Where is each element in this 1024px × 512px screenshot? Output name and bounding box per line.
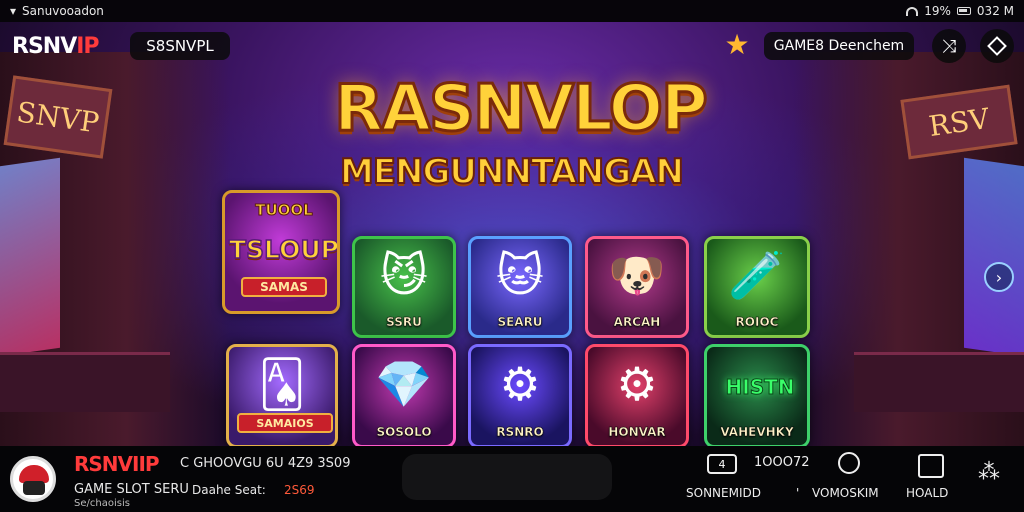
avatar[interactable] bbox=[10, 456, 56, 502]
potion-icon: 🧪 bbox=[728, 247, 786, 302]
home-pill[interactable] bbox=[402, 454, 612, 500]
slot-big-text: TSLOUP bbox=[228, 234, 339, 265]
bottom-label: Daahe Seat: bbox=[192, 483, 266, 497]
hero-title: RASNVLOP bbox=[333, 71, 710, 148]
game-pill[interactable]: GAME8 Deenchem bbox=[764, 32, 914, 60]
cannon-icon: ⚙ bbox=[499, 357, 541, 411]
tile-label: ARCAH bbox=[613, 315, 661, 329]
network-icon[interactable]: ⁂ bbox=[978, 460, 1000, 485]
brand-logo-white: RSNV bbox=[12, 34, 77, 59]
cards-ribbon: SAMAIOS bbox=[237, 413, 333, 433]
slot-ribbon: SAMAS bbox=[241, 277, 327, 297]
arcade-sign-left: SNVP bbox=[3, 75, 113, 159]
bottom-stat: 1OOO72 bbox=[754, 455, 810, 470]
share-button[interactable]: ⤨ bbox=[932, 29, 966, 63]
next-arrow-icon: › bbox=[995, 267, 1003, 287]
star-icon[interactable]: ★ bbox=[722, 30, 752, 60]
cannon-icon: ⚙ bbox=[616, 357, 658, 411]
slot-top-text: TUOOL bbox=[255, 201, 313, 220]
game-tile-cards[interactable]: 🂡 SAMAIOS bbox=[226, 344, 338, 446]
bottom-number: 2S69 bbox=[284, 483, 315, 497]
bottom-brand: RSNVIIP bbox=[74, 452, 160, 476]
game-tile-cannon-blue[interactable]: ⚙ RSNRO bbox=[468, 344, 572, 446]
game-tile-slot[interactable]: TUOOL TSLOUP SAMAS bbox=[222, 190, 340, 314]
game-lobby-scene: SNVP RSV RSNVIP S8SNVPL ★ GAME8 Deenchem… bbox=[0, 22, 1024, 446]
tile-label: SOSOLO bbox=[376, 425, 432, 439]
arcade-cabinet-right bbox=[854, 352, 1024, 412]
tile-label: ROIOC bbox=[735, 315, 779, 329]
game-tile-gem[interactable]: 💎 SOSOLO bbox=[352, 344, 456, 446]
status-bar: ▾ Sanuvooadon 19% 032 M bbox=[0, 0, 1024, 22]
tile-label: SSRU bbox=[386, 315, 422, 329]
status-right: 19% 032 M bbox=[906, 4, 1014, 18]
status-left: ▾ Sanuvooadon bbox=[10, 4, 104, 18]
bottom-tab-2[interactable]: VOMOSKIM bbox=[812, 486, 879, 500]
arcade-screen-right bbox=[964, 157, 1024, 357]
bag-icon[interactable] bbox=[918, 454, 944, 478]
bottom-game-name: GAME SLOT SERU bbox=[74, 482, 189, 497]
dog-icon: 🐶 bbox=[608, 247, 666, 302]
game-tile-potion[interactable]: 🧪 ROIOC bbox=[704, 236, 810, 338]
game-tile-cannon-red[interactable]: ⚙ HONVAR bbox=[585, 344, 689, 446]
battery-text: 19% bbox=[924, 4, 951, 18]
tile-label: RSNRO bbox=[496, 425, 544, 439]
diamond-icon bbox=[987, 36, 1007, 56]
game-tile-neon[interactable]: HISTN VAHEVHKY bbox=[704, 344, 810, 446]
arcade-screen-left bbox=[0, 157, 60, 357]
game-tile-cat-purple[interactable]: 🐱 SEARU bbox=[468, 236, 572, 338]
bottom-sub: Se/chaoisis bbox=[74, 498, 130, 509]
game-tile-cat-green[interactable]: 😼 SSRU bbox=[352, 236, 456, 338]
bottom-tab-1[interactable]: SONNEMIDD bbox=[686, 486, 761, 500]
bottom-bar: RSNVIIP C GHOOVGU 6U 4Z9 3S09 GAME SLOT … bbox=[0, 446, 1024, 512]
cat-wizard-icon: 😼 bbox=[380, 248, 428, 302]
clock: 032 M bbox=[976, 4, 1014, 18]
search-icon[interactable] bbox=[838, 452, 860, 474]
gem-icon: 💎 bbox=[375, 356, 433, 411]
user-pill[interactable]: S8SNVPL bbox=[130, 32, 230, 60]
diamond-button[interactable] bbox=[980, 29, 1014, 63]
share-icon: ⤨ bbox=[941, 35, 957, 57]
tile-label: VAHEVHKY bbox=[720, 425, 794, 439]
brand-logo-red: IP bbox=[76, 34, 99, 59]
bottom-info: C GHOOVGU 6U 4Z9 3S09 bbox=[180, 456, 351, 471]
bottom-tab-2-mark: ' bbox=[796, 486, 800, 500]
wifi-icon bbox=[906, 6, 919, 16]
tile-label: HONVAR bbox=[608, 425, 666, 439]
arcade-cabinet-left bbox=[0, 352, 170, 412]
tile-label: SEARU bbox=[497, 315, 543, 329]
neon-sign-text: HISTN bbox=[725, 375, 795, 400]
next-page-button[interactable]: › bbox=[984, 262, 1014, 292]
battery-icon bbox=[956, 7, 971, 15]
cards-icon: 🂡 bbox=[258, 357, 306, 411]
bottom-tab-3[interactable]: HOALD bbox=[906, 486, 948, 500]
cat-icon: 🐱 bbox=[496, 248, 544, 302]
brand-logo[interactable]: RSNVIP bbox=[12, 34, 100, 59]
signal-icon: ▾ bbox=[10, 4, 17, 18]
hero-subtitle: MENGUNNTANGAN bbox=[339, 151, 685, 193]
status-left-text: Sanuvooadon bbox=[22, 4, 104, 18]
game-tile-dog[interactable]: 🐶 ARCAH bbox=[585, 236, 689, 338]
timer-icon[interactable]: 4 bbox=[707, 454, 737, 474]
